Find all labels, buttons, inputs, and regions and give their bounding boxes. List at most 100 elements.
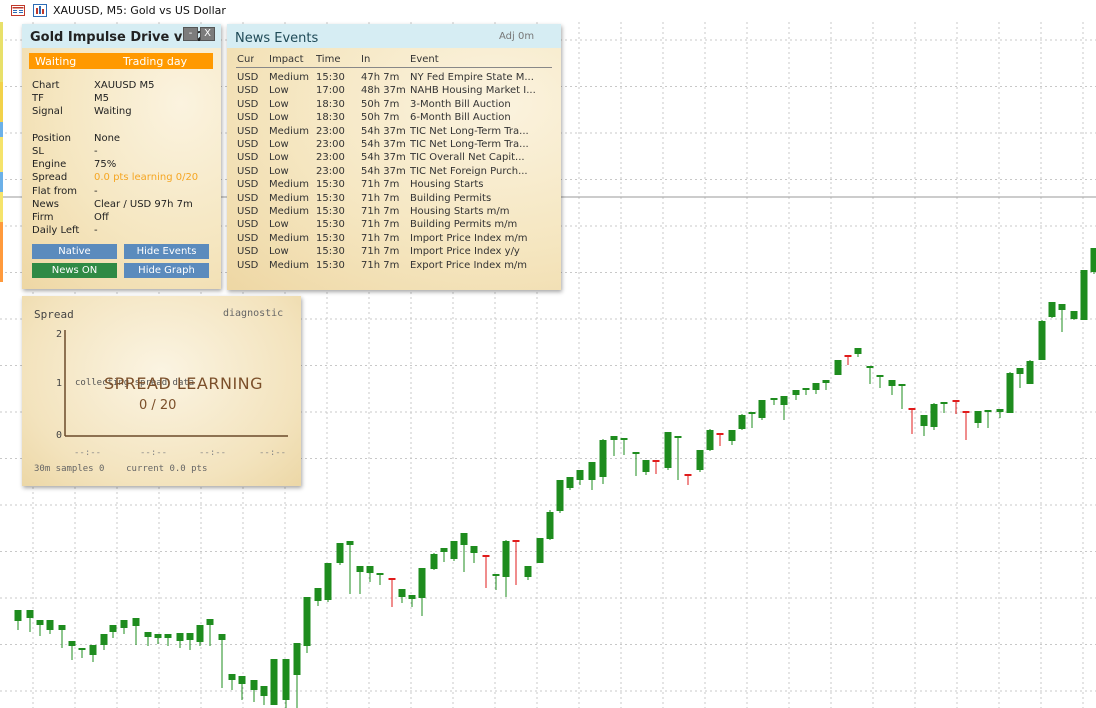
candle-body	[706, 430, 714, 450]
candle	[642, 460, 650, 475]
candle	[716, 433, 724, 446]
news-row[interactable]: USD Low 15:30 71h 7m Import Price Index y/y	[227, 246, 561, 259]
news-row[interactable]: USD Low 18:30 50h 7m 3-Month Bill Auction	[227, 99, 561, 112]
news-cell-cur: USD	[237, 85, 259, 97]
candle-body	[1026, 361, 1034, 384]
news-row[interactable]: USD Medium 15:30 71h 7m Housing Starts m/m	[227, 206, 561, 219]
news-row[interactable]: USD Medium 15:30 71h 7m Building Permits	[227, 193, 561, 206]
candle-body	[440, 548, 448, 552]
candle-body	[228, 674, 236, 680]
hide-graph-button[interactable]: Hide Graph	[124, 263, 209, 278]
candle-body	[46, 620, 54, 630]
ea-row-value: XAUUSD M5	[94, 80, 155, 91]
news-row[interactable]: USD Low 15:30 71h 7m Building Permits m/m	[227, 219, 561, 232]
ea-panel-header[interactable]: Gold Impulse Drive v1.2 - X	[22, 24, 221, 48]
candle	[218, 634, 226, 688]
spread-learning-progress: 0 / 20	[139, 398, 177, 413]
candle	[430, 553, 438, 570]
candle-body	[546, 512, 554, 539]
candle	[78, 648, 86, 658]
news-row[interactable]: USD Low 23:00 54h 37m TIC Net Long-Term Tra.…	[227, 139, 561, 152]
candle	[940, 402, 948, 413]
news-row[interactable]: USD Medium 23:00 54h 37m TIC Net Long-Term T…	[227, 126, 561, 139]
candle	[920, 415, 928, 436]
candle	[58, 625, 66, 648]
candle	[398, 589, 406, 603]
news-cell-in: 54h 37m	[361, 165, 406, 177]
candle-body	[250, 680, 258, 690]
news-on-button[interactable]: News ON	[32, 263, 117, 278]
news-cell-in: 47h 7m	[361, 72, 400, 83]
candle	[1090, 248, 1096, 274]
candle	[866, 366, 874, 384]
news-cell-impact: Medium	[269, 192, 309, 204]
news-row[interactable]: USD Low 18:30 50h 7m 6-Month Bill Auction	[227, 112, 561, 125]
news-row[interactable]: USD Medium 15:30 71h 7m Import Price Index m…	[227, 233, 561, 246]
candle-body	[716, 433, 724, 435]
news-cell-time: 17:00	[316, 85, 345, 97]
candle	[632, 452, 640, 476]
candle-body	[974, 411, 982, 423]
news-table-header: Cur Impact Time In Event	[236, 54, 552, 68]
col-cur: Cur	[237, 54, 255, 65]
candle-body	[502, 541, 510, 577]
candle-body	[770, 398, 778, 400]
candle-body	[996, 409, 1004, 412]
ea-row-label: Signal	[32, 106, 63, 117]
news-cell-event: TIC Net Long-Term Tra...	[410, 125, 529, 137]
news-cell-impact: Low	[269, 85, 289, 97]
candle-body	[388, 578, 396, 580]
candle-body	[576, 470, 584, 480]
spread-panel: Spread diagnostic 2 1 0 collecting sprea…	[22, 296, 301, 486]
native-button[interactable]: Native	[32, 244, 117, 259]
candle-body	[470, 546, 478, 553]
news-cell-cur: USD	[237, 206, 259, 217]
candle	[36, 620, 44, 636]
close-button[interactable]: X	[200, 27, 215, 41]
state-left: Waiting	[35, 55, 77, 68]
candle	[46, 620, 54, 634]
candle	[1016, 368, 1024, 388]
candle-body	[176, 633, 184, 641]
state-bar: Waiting Trading day	[29, 53, 213, 69]
candle	[974, 411, 982, 428]
col-event: Event	[410, 54, 439, 65]
news-cell-cur: USD	[237, 152, 259, 164]
news-cell-event: NAHB Housing Market I...	[410, 85, 536, 97]
news-cell-event: TIC Overall Net Capit...	[410, 152, 525, 164]
news-row[interactable]: USD Low 17:00 48h 37m NAHB Housing Market I.…	[227, 85, 561, 98]
candle-body	[1048, 302, 1056, 317]
spread-footer: 30m samples 0 current 0.0 pts	[34, 464, 208, 474]
candle	[620, 438, 628, 455]
candle	[470, 546, 478, 563]
news-cell-cur: USD	[237, 139, 259, 150]
window-title: XAUUSD, M5: Gold vs US Dollar	[53, 4, 226, 17]
candle-body	[620, 438, 628, 440]
candle-body	[908, 408, 916, 410]
candle-body	[218, 634, 226, 640]
news-cell-cur: USD	[237, 125, 259, 137]
candle-body	[780, 396, 788, 405]
minimize-button[interactable]: -	[183, 27, 198, 41]
candle	[14, 610, 22, 630]
candle	[144, 632, 152, 646]
news-row[interactable]: USD Low 23:00 54h 37m TIC Overall Net Capit.…	[227, 152, 561, 165]
candle-body	[356, 566, 364, 572]
news-cell-time: 23:00	[316, 152, 345, 164]
hide-events-button[interactable]: Hide Events	[124, 244, 209, 259]
candle	[1080, 270, 1088, 320]
spread-learning-label: SPREAD LEARNING	[104, 374, 264, 393]
candle	[186, 633, 194, 650]
candle-body	[154, 634, 162, 638]
news-row[interactable]: USD Medium 15:30 71h 7m Housing Starts	[227, 179, 561, 192]
ea-row-value: M5	[94, 93, 109, 104]
ea-row-label: News	[32, 199, 60, 210]
news-row[interactable]: USD Medium 15:30 47h 7m NY Fed Empire State …	[227, 72, 561, 85]
ea-row-value: -	[94, 146, 98, 157]
candle-body	[696, 450, 704, 470]
news-row[interactable]: USD Low 23:00 54h 37m TIC Net Foreign Purch.…	[227, 166, 561, 179]
candle-body	[196, 625, 204, 642]
candle	[770, 398, 778, 405]
news-panel-header[interactable]: News Events Adj 0m	[227, 24, 561, 48]
news-row[interactable]: USD Medium 15:30 71h 7m Export Price Index m…	[227, 260, 561, 273]
